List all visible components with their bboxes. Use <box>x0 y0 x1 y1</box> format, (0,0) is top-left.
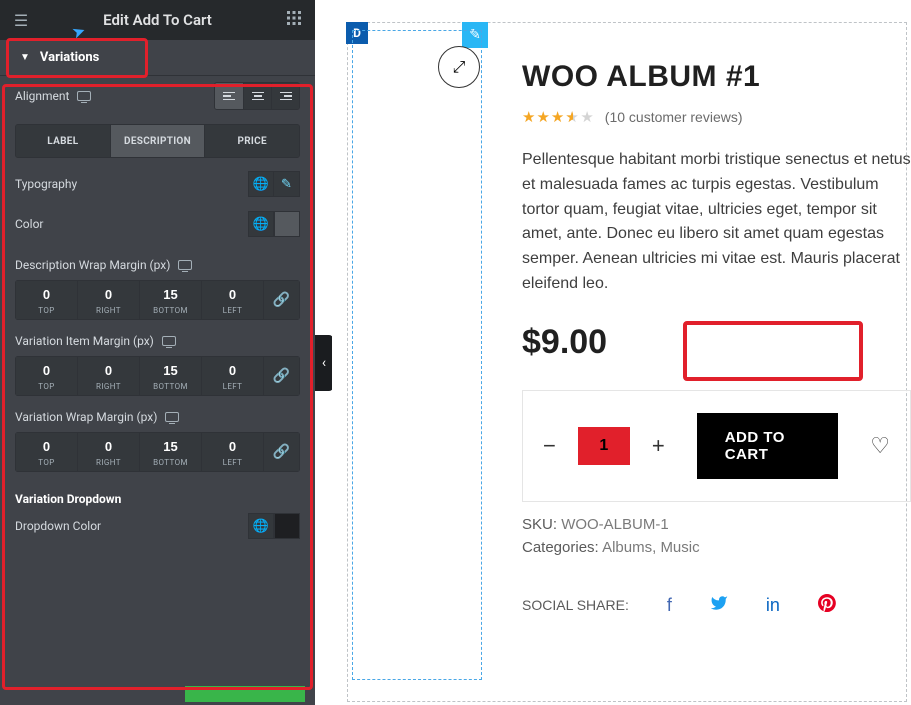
quantity-stepper: − 1 + <box>543 427 665 465</box>
margin-left-input[interactable] <box>202 287 263 302</box>
product-price: $9.00 <box>522 323 911 362</box>
globe-icon[interactable]: 🌐 <box>248 211 274 237</box>
share-label: SOCIAL SHARE: <box>522 597 629 613</box>
desc-wrap-margin-title: Description Wrap Margin (px) <box>15 258 300 272</box>
link-values-icon[interactable]: 🔗 <box>264 280 300 320</box>
panel-title: Edit Add To Cart <box>32 11 283 29</box>
product-image-column[interactable] <box>352 30 482 680</box>
product-description: Pellentesque habitant morbi tristique se… <box>522 148 911 297</box>
margin-left-input[interactable] <box>202 363 263 378</box>
link-values-icon[interactable]: 🔗 <box>264 356 300 396</box>
align-left-button[interactable] <box>215 83 243 109</box>
caret-down-icon: ▼ <box>20 52 30 63</box>
align-right-button[interactable] <box>271 83 299 109</box>
margin-top-input[interactable] <box>16 287 77 302</box>
dropdown-color-label: Dropdown Color <box>15 519 101 533</box>
rating-row: ★★★★★★ (10 customer reviews) <box>522 108 911 126</box>
categories-label: Categories: <box>522 539 599 556</box>
responsive-icon[interactable] <box>77 91 91 101</box>
align-center-button[interactable] <box>243 83 271 109</box>
link-values-icon[interactable]: 🔗 <box>264 432 300 472</box>
globe-icon[interactable]: 🌐 <box>248 513 274 539</box>
linkedin-icon[interactable]: in <box>766 595 780 616</box>
typography-label: Typography <box>15 177 77 191</box>
wishlist-icon[interactable]: ♡ <box>870 433 890 459</box>
var-wrap-margin-title: Variation Wrap Margin (px) <box>15 410 300 424</box>
margin-right-input[interactable] <box>78 287 139 302</box>
variation-tabs: LABEL DESCRIPTION PRICE <box>15 124 300 158</box>
margin-top-input[interactable] <box>16 363 77 378</box>
editor-panel: ☰ Edit Add To Cart ➤ ▼ Variations Alignm… <box>0 0 315 705</box>
alignment-buttons <box>214 82 300 110</box>
panel-body: Alignment LABEL DESCRIPTION PRICE Typogr… <box>0 76 315 561</box>
product-summary: WOO ALBUM #1 ★★★★★★ (10 customer reviews… <box>522 60 911 617</box>
section-title: Variations <box>40 50 99 65</box>
item-margin: TOP RIGHT BOTTOM LEFT 🔗 <box>15 356 300 396</box>
margin-bottom-input[interactable] <box>140 363 201 378</box>
margin-right-input[interactable] <box>78 439 139 454</box>
alignment-label: Alignment <box>15 89 69 103</box>
apps-icon[interactable] <box>283 10 305 30</box>
star-rating-icon: ★★★★★★ <box>522 108 595 126</box>
desc-wrap-margin: TOP RIGHT BOTTOM LEFT 🔗 <box>15 280 300 320</box>
facebook-icon[interactable]: f <box>667 595 672 616</box>
tab-label[interactable]: LABEL <box>16 125 110 157</box>
qty-minus-button[interactable]: − <box>543 433 556 459</box>
margin-left-input[interactable] <box>202 439 263 454</box>
margin-right-input[interactable] <box>78 363 139 378</box>
section-variations[interactable]: ▼ Variations <box>0 40 315 76</box>
sku-value: WOO-ALBUM-1 <box>561 516 669 533</box>
color-swatch[interactable] <box>274 513 300 539</box>
responsive-icon[interactable] <box>165 412 179 422</box>
margin-top-input[interactable] <box>16 439 77 454</box>
edit-icon[interactable]: ✎ <box>274 171 300 197</box>
responsive-icon[interactable] <box>178 260 192 270</box>
responsive-icon[interactable] <box>162 336 176 346</box>
tab-description[interactable]: DESCRIPTION <box>110 125 205 157</box>
typography-control: Typography 🌐 ✎ <box>15 164 300 204</box>
qty-plus-button[interactable]: + <box>652 433 665 459</box>
category-link[interactable]: Albums <box>602 539 652 556</box>
var-wrap-margin: TOP RIGHT BOTTOM LEFT 🔗 <box>15 432 300 472</box>
product-title: WOO ALBUM #1 <box>522 60 911 94</box>
alignment-control: Alignment <box>15 76 300 116</box>
color-swatch[interactable] <box>274 211 300 237</box>
menu-icon[interactable]: ☰ <box>10 11 32 30</box>
category-link[interactable]: Music <box>660 539 699 556</box>
product-meta: SKU: WOO-ALBUM-1 Categories: Albums, Mus… <box>522 516 911 556</box>
sku-label: SKU: <box>522 516 557 533</box>
update-button[interactable] <box>185 686 305 702</box>
pinterest-icon[interactable] <box>818 594 836 617</box>
tab-price[interactable]: PRICE <box>204 125 299 157</box>
qty-value[interactable]: 1 <box>578 427 630 465</box>
margin-bottom-input[interactable] <box>140 287 201 302</box>
panel-collapse-button[interactable]: ‹ <box>315 335 333 391</box>
panel-header: ☰ Edit Add To Cart <box>0 0 315 40</box>
color-label: Color <box>15 217 43 231</box>
globe-icon[interactable]: 🌐 <box>248 171 274 197</box>
dropdown-color-control: Dropdown Color 🌐 <box>15 506 300 546</box>
add-to-cart-button[interactable]: ADD TO CART <box>697 413 839 479</box>
color-control: Color 🌐 <box>15 204 300 244</box>
margin-bottom-input[interactable] <box>140 439 201 454</box>
review-count[interactable]: (10 customer reviews) <box>605 109 743 125</box>
social-share: SOCIAL SHARE: f in <box>522 594 911 617</box>
twitter-icon[interactable] <box>710 594 728 617</box>
expand-icon[interactable]: ⤢ <box>438 46 480 88</box>
cart-row: − 1 + ADD TO CART ♡ <box>522 390 911 502</box>
item-margin-title: Variation Item Margin (px) <box>15 334 300 348</box>
preview-canvas: D ✎ ⤢ WOO ALBUM #1 ★★★★★★ (10 customer r… <box>332 0 911 705</box>
variation-dropdown-heading: Variation Dropdown <box>15 492 300 506</box>
